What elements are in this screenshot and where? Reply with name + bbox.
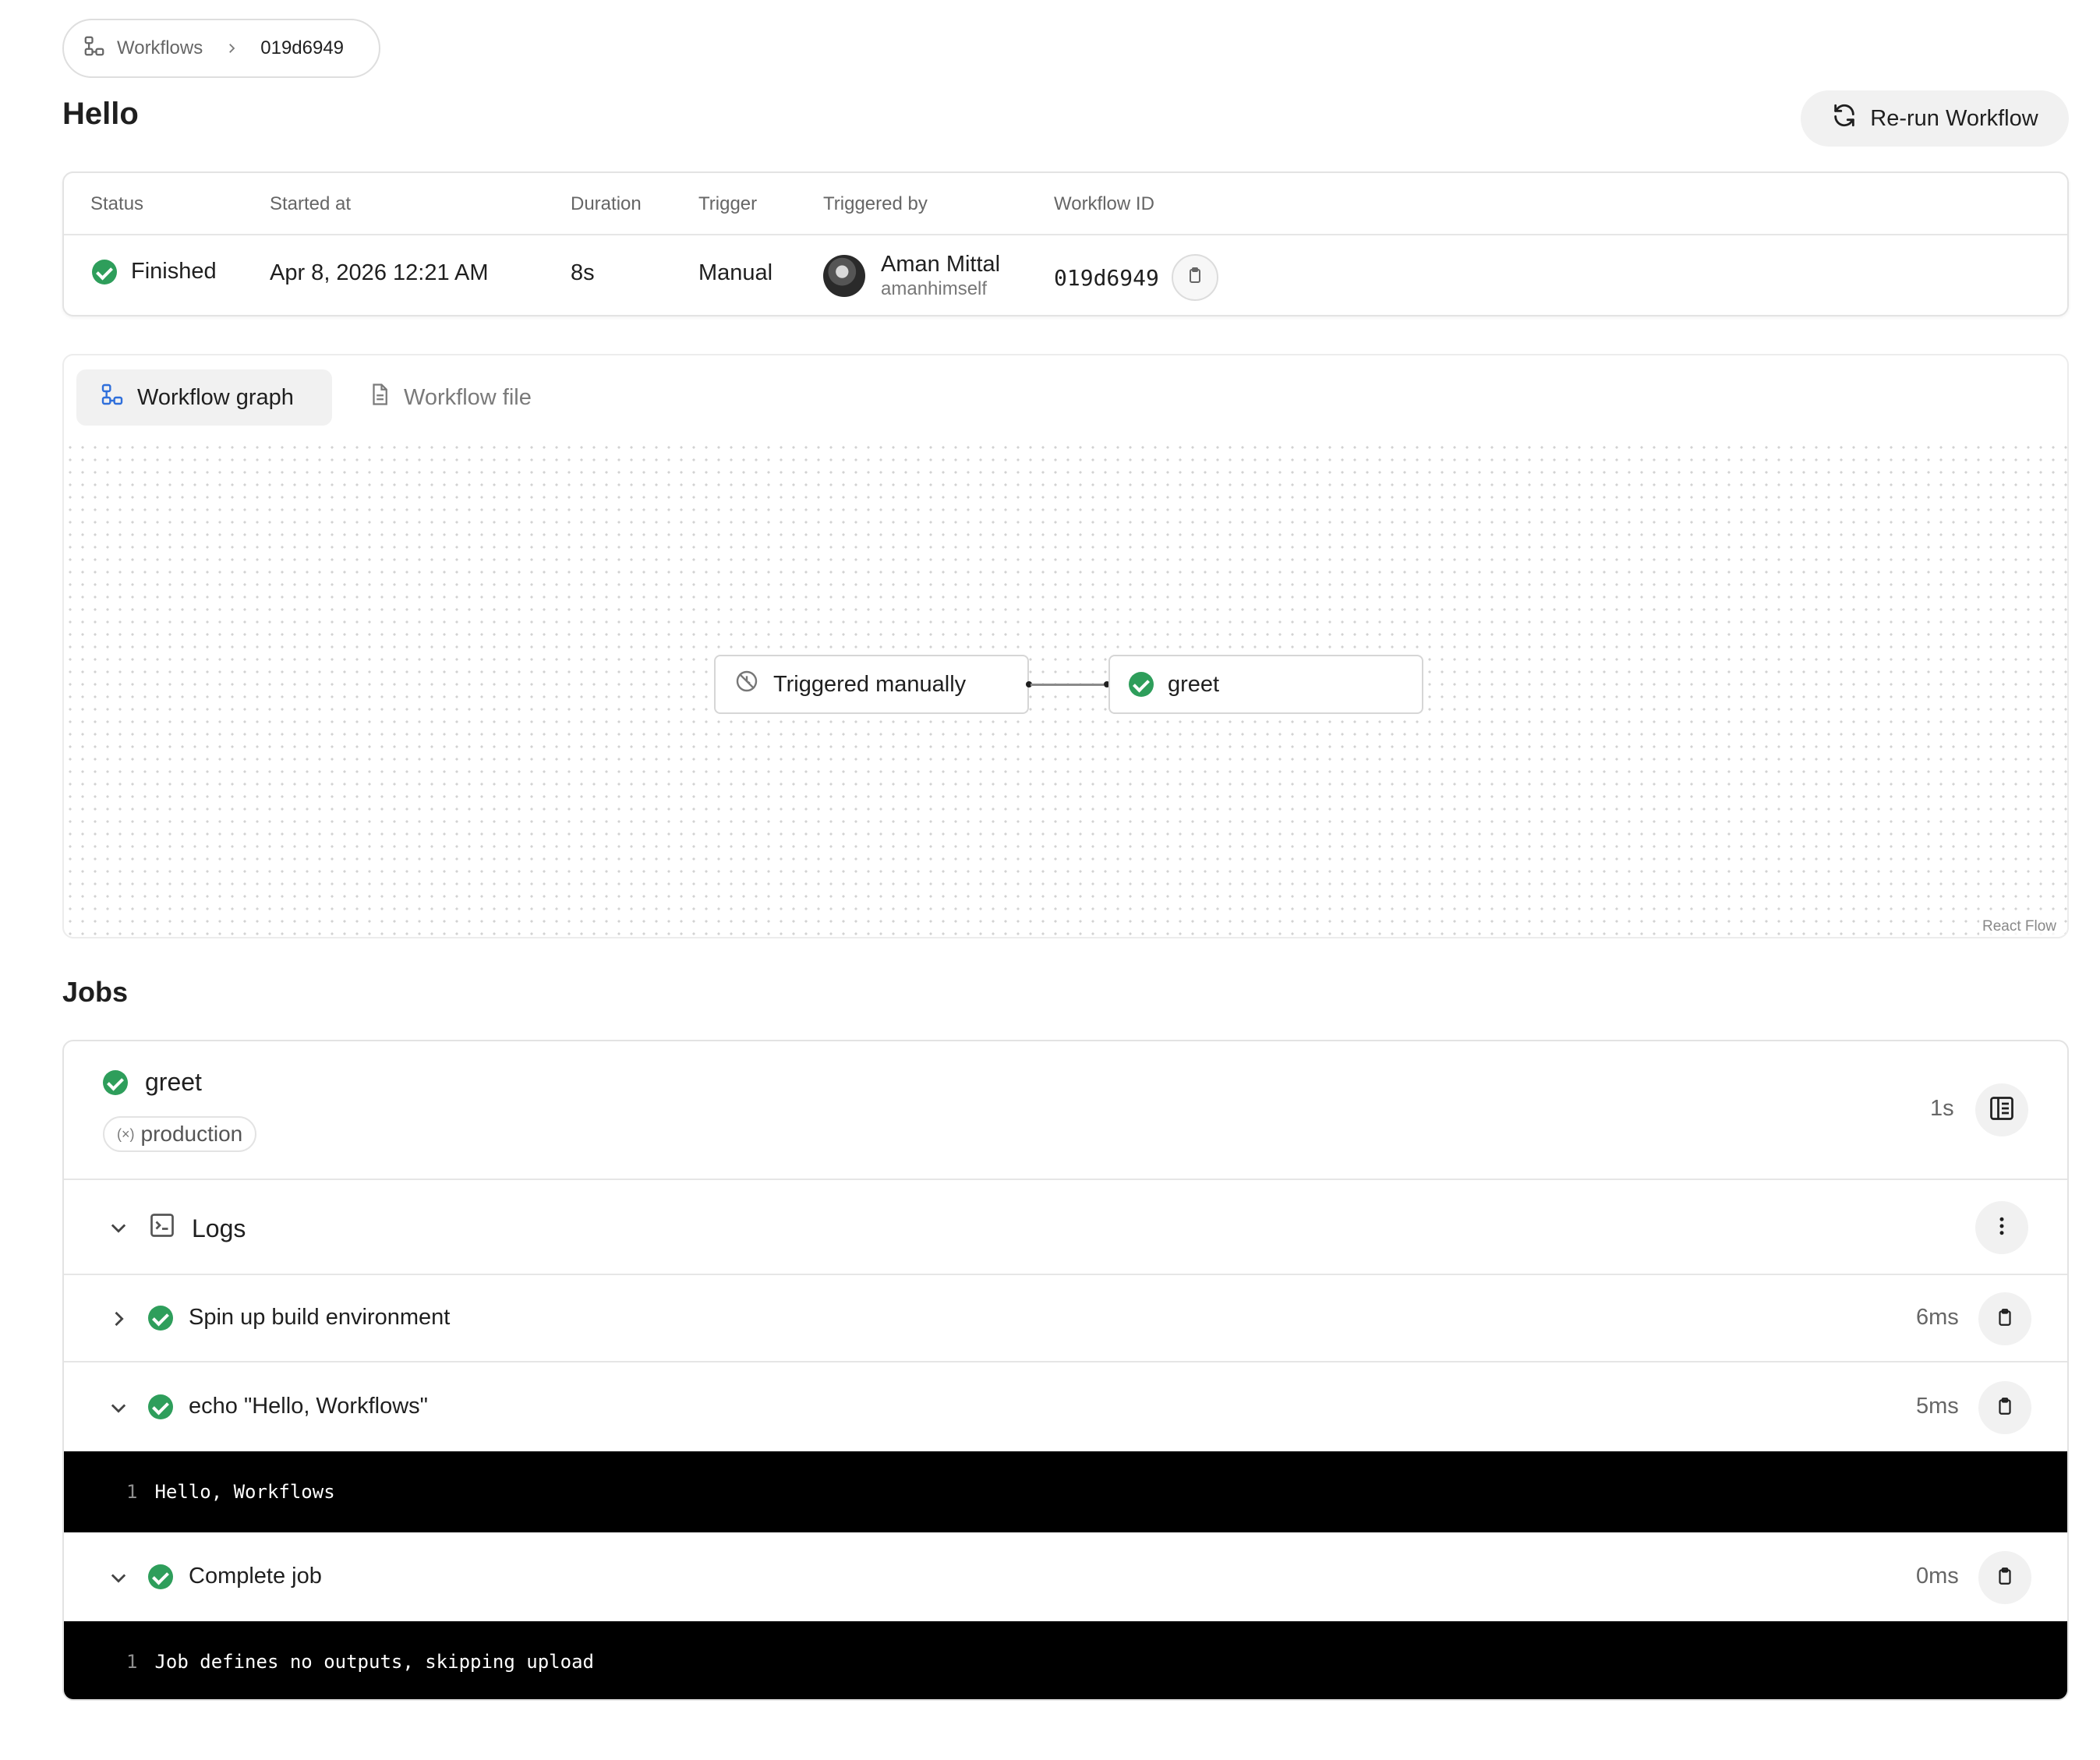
- copy-step-log-button[interactable]: [1978, 1292, 2031, 1345]
- step-row[interactable]: echo "Hello, Workflows" 5ms: [64, 1362, 2067, 1451]
- header-status: Status: [90, 193, 144, 214]
- log-line-number: 1: [126, 1651, 138, 1673]
- step-title: Spin up build environment: [148, 1305, 450, 1331]
- environment-badge: (×) production: [103, 1116, 257, 1152]
- copy-workflow-id-button[interactable]: [1171, 254, 1218, 301]
- graph-canvas[interactable]: Triggered manually greet React Flow: [64, 441, 2067, 937]
- run-summary-table: Status Started at Duration Trigger Trigg…: [62, 171, 2069, 316]
- step-row[interactable]: Complete job 0ms: [64, 1532, 2067, 1621]
- breadcrumb: Workflows 019d6949: [62, 19, 380, 78]
- variable-icon: (×): [117, 1126, 135, 1142]
- file-icon: [368, 382, 391, 413]
- chevron-down-icon[interactable]: [104, 1214, 133, 1242]
- workflow-graph-panel: Workflow graph Workflow file Triggered m…: [62, 354, 2069, 938]
- page-title: Hello: [62, 97, 139, 131]
- header-duration: Duration: [571, 193, 642, 214]
- success-check-icon: [148, 1564, 173, 1589]
- success-check-icon: [148, 1394, 173, 1419]
- log-line: 1 Job defines no outputs, skipping uploa…: [126, 1651, 594, 1673]
- tab-workflow-file-label: Workflow file: [404, 384, 532, 410]
- graph-node-greet[interactable]: greet: [1108, 655, 1423, 714]
- success-check-icon: [1129, 672, 1154, 697]
- job-header: greet (×) production 1s: [64, 1041, 2067, 1180]
- logs-header[interactable]: Logs: [64, 1180, 2067, 1275]
- logs-panel-button[interactable]: [1975, 1083, 2028, 1136]
- step-duration: 0ms: [1916, 1564, 1959, 1589]
- logs-panel-icon: [1988, 1094, 2016, 1126]
- step-name: Complete job: [189, 1564, 322, 1589]
- tab-workflow-graph-label: Workflow graph: [137, 384, 294, 410]
- step-duration: 5ms: [1916, 1394, 1959, 1419]
- step-name: Spin up build environment: [189, 1305, 451, 1330]
- avatar: [823, 254, 865, 297]
- jobs-title: Jobs: [62, 976, 129, 1008]
- graph-node-trigger[interactable]: Triggered manually: [714, 655, 1029, 714]
- log-line-text: Hello, Workflows: [154, 1481, 335, 1503]
- copy-step-log-button[interactable]: [1978, 1381, 2031, 1434]
- breadcrumb-current: 019d6949: [260, 37, 345, 58]
- clipboard-icon: [1995, 1566, 2015, 1590]
- logs-more-button[interactable]: [1975, 1201, 2028, 1254]
- react-flow-attribution[interactable]: React Flow: [1978, 917, 2059, 937]
- summary-header-row: Status Started at Duration Trigger Trigg…: [64, 173, 2067, 235]
- tab-workflow-graph[interactable]: Workflow graph: [76, 369, 332, 426]
- log-line: 1 Hello, Workflows: [126, 1481, 335, 1503]
- step-name: echo "Hello, Workflows": [189, 1394, 428, 1419]
- step-log-output: 1 Job defines no outputs, skipping uploa…: [64, 1621, 2067, 1699]
- started-at-value: Apr 8, 2026 12:21 AM: [270, 260, 489, 285]
- step-log-output: 1 Hello, Workflows: [64, 1451, 2067, 1532]
- environment-name: production: [140, 1122, 243, 1146]
- graph-node-greet-label: greet: [1168, 671, 1220, 697]
- workflow-id-value: 019d6949: [1054, 254, 1218, 301]
- duration-value: 8s: [571, 260, 595, 285]
- user-handle: amanhimself: [881, 277, 988, 299]
- chevron-down-icon[interactable]: [104, 1394, 133, 1422]
- user-name: Aman Mittal: [881, 252, 1001, 277]
- tab-workflow-file[interactable]: Workflow file: [345, 369, 555, 426]
- step-row[interactable]: Spin up build environment 6ms: [64, 1275, 2067, 1362]
- copy-step-log-button[interactable]: [1978, 1551, 2031, 1604]
- clipboard-icon: [1995, 1307, 2015, 1331]
- refresh-icon: [1831, 102, 1858, 135]
- rerun-workflow-button[interactable]: Re-run Workflow: [1801, 90, 2069, 147]
- terminal-icon: [148, 1211, 176, 1246]
- more-vertical-icon: [1990, 1214, 2013, 1242]
- chevron-down-icon[interactable]: [104, 1564, 133, 1592]
- job-card: greet (×) production 1s Logs Spin up bui…: [62, 1040, 2069, 1701]
- success-check-icon: [103, 1069, 128, 1095]
- header-triggered-by: Triggered by: [823, 193, 928, 214]
- clipboard-icon: [1995, 1396, 2015, 1420]
- job-name: greet: [145, 1068, 202, 1096]
- job-title: greet: [103, 1068, 202, 1097]
- job-duration: 1s: [1930, 1096, 1954, 1121]
- breadcrumb-workflows-link[interactable]: Workflows: [117, 37, 203, 59]
- status-value: Finished: [92, 259, 217, 284]
- graph-edge: [1031, 684, 1104, 686]
- step-duration: 6ms: [1916, 1305, 1959, 1330]
- success-check-icon: [148, 1305, 173, 1331]
- logs-label: Logs: [192, 1214, 246, 1242]
- rerun-workflow-label: Re-run Workflow: [1870, 105, 2038, 131]
- status-text: Finished: [131, 259, 217, 284]
- graph-node-trigger-label: Triggered manually: [773, 671, 967, 697]
- workflow-id-text: 019d6949: [1054, 264, 1159, 291]
- log-line-number: 1: [126, 1481, 138, 1503]
- manual-trigger-icon: [734, 669, 759, 700]
- logs-title: Logs: [148, 1211, 246, 1246]
- step-title: Complete job: [148, 1564, 322, 1589]
- chevron-right-icon: [224, 37, 239, 61]
- log-line-text: Job defines no outputs, skipping upload: [154, 1651, 594, 1673]
- header-started-at: Started at: [270, 193, 352, 214]
- step-title: echo "Hello, Workflows": [148, 1394, 428, 1419]
- clipboard-icon: [1186, 265, 1204, 291]
- header-trigger: Trigger: [698, 193, 758, 214]
- workflow-graph-icon: [83, 34, 106, 63]
- chevron-right-icon[interactable]: [104, 1305, 133, 1333]
- header-workflow-id: Workflow ID: [1054, 193, 1154, 214]
- triggered-by-user[interactable]: Aman Mittal amanhimself: [823, 251, 1000, 301]
- success-check-icon: [92, 259, 117, 284]
- trigger-value: Manual: [698, 260, 773, 285]
- workflow-graph-icon: [100, 382, 125, 413]
